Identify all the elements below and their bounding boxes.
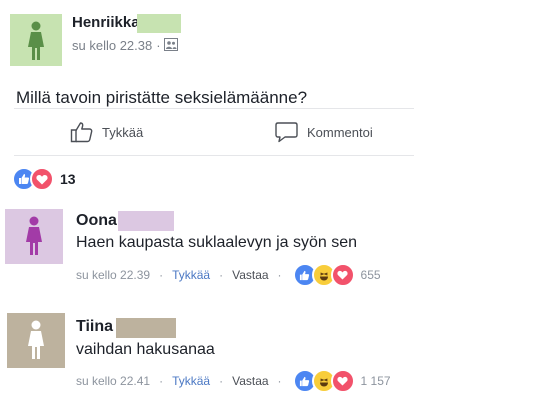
redacted-surname [118,211,174,231]
redacted-surname [116,318,176,338]
post-meta: su kello 22.38 · [72,38,165,53]
female-figure-icon [26,216,42,255]
comment-bubble-icon [275,122,298,143]
comment-like-link[interactable]: Tykkää [172,374,210,388]
female-figure-icon [28,21,44,60]
divider [14,108,414,109]
reaction-count: 13 [60,171,76,187]
comment-label: Kommentoi [307,124,373,140]
love-reaction-icon [30,167,54,191]
comment-like-link[interactable]: Tykkää [172,268,210,282]
post-timestamp[interactable]: su kello 22.38 [72,38,152,53]
comment-timestamp[interactable]: su kello 22.41 [76,374,150,388]
comment-text: Haen kaupasta suklaalevyn ja syön sen [76,234,358,251]
comment-reaction-count: 655 [360,268,381,282]
comment-reply-link[interactable]: Vastaa [232,268,268,282]
commenter-name[interactable]: Oona [76,212,117,230]
comment-text: vaihdan hakusanaa [76,341,215,358]
commenter-avatar[interactable] [7,313,65,368]
meta-separator: · [219,268,224,282]
comment-button[interactable]: Kommentoi [275,118,373,146]
author-avatar[interactable] [10,14,62,66]
commenter-name[interactable]: Tiina [76,318,113,336]
comment-meta: su kello 22.39 · Tykkää · Vastaa · 655 [76,263,381,287]
female-figure-icon [28,320,44,359]
redacted-surname [137,14,181,33]
comment-reaction-count: 1 157 [360,374,391,388]
love-reaction-icon [330,369,355,393]
love-reaction-icon [330,263,355,287]
comment-timestamp[interactable]: su kello 22.39 [76,268,150,282]
comment-reply-link[interactable]: Vastaa [232,374,268,388]
comment-reactions[interactable]: 1 157 [292,369,391,393]
comment-reactions[interactable]: 655 [292,263,381,287]
meta-separator: · [156,38,161,53]
divider [14,155,414,156]
like-button[interactable]: Tykkää [70,118,143,146]
comment-meta: su kello 22.41 · Tykkää · Vastaa · 1 157 [76,369,391,393]
thumbs-up-icon [70,122,93,143]
meta-separator: · [277,268,282,282]
meta-separator: · [277,374,282,388]
meta-separator: · [219,374,224,388]
meta-separator: · [159,374,164,388]
reaction-summary[interactable]: 13 [12,167,76,191]
commenter-avatar[interactable] [5,209,63,264]
like-label: Tykkää [102,124,144,140]
meta-separator: · [159,268,164,282]
privacy-friends-icon[interactable] [164,38,178,51]
post-text: Millä tavoin piristätte seksielämäänne? [16,88,308,107]
author-name[interactable]: Henriikka [72,14,140,31]
